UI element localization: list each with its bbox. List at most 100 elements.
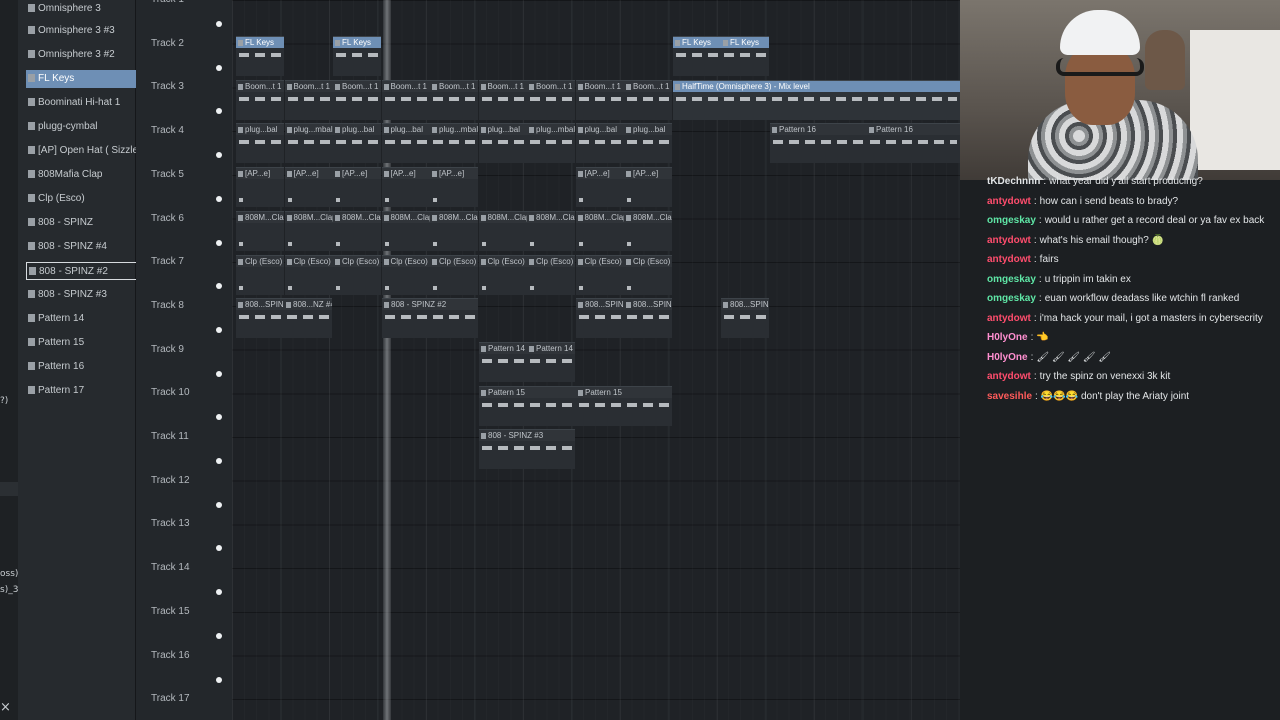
playlist-clip[interactable]: 808...SPINZ	[236, 298, 284, 339]
playlist-clip[interactable]: [AP...e]	[624, 167, 672, 208]
chat-username[interactable]: tKDechnnn	[987, 176, 1040, 187]
track-mute-dot[interactable]	[216, 152, 222, 159]
playlist-clip[interactable]: FL Keys	[721, 36, 769, 76]
playlist-clip[interactable]: Boom...t 1	[527, 79, 575, 120]
playlist-clip[interactable]: [AP...e]	[284, 167, 333, 208]
track-mute-dot[interactable]	[216, 108, 222, 115]
track-header[interactable]: Track 9	[136, 344, 232, 388]
channel-item[interactable]: Pattern 15	[26, 334, 150, 352]
track-header[interactable]: Track 15	[136, 606, 232, 650]
chat-username[interactable]: antydowt	[987, 371, 1031, 382]
track-mute-dot[interactable]	[216, 283, 222, 290]
channel-item[interactable]: [AP] Open Hat ( Sizzle )	[26, 142, 150, 160]
playlist-clip[interactable]: 808M...Clap	[478, 210, 527, 251]
chat-username[interactable]: antydowt	[987, 254, 1031, 265]
channel-item[interactable]: Omnisphere 3 #3	[26, 22, 150, 40]
channel-item[interactable]: 808 - SPINZ	[26, 214, 150, 232]
chat-username[interactable]: antydowt	[987, 235, 1031, 246]
channel-item[interactable]: Pattern 17	[26, 382, 150, 400]
playlist-clip[interactable]: 808M...Clap	[284, 210, 333, 251]
playlist-clip[interactable]: Boom...t 1	[430, 79, 478, 120]
chat-username[interactable]: H0lyOne	[987, 332, 1028, 343]
channel-item[interactable]: plugg-cymbal	[26, 118, 150, 136]
track-mute-dot[interactable]	[216, 370, 222, 377]
track-mute-dot[interactable]	[216, 326, 222, 333]
track-mute-dot[interactable]	[216, 195, 222, 202]
playlist-clip[interactable]: plug...bal	[624, 123, 672, 164]
playlist-clip[interactable]: 808...SPINZ	[721, 298, 769, 339]
playlist-clip[interactable]: Pattern 14	[527, 341, 575, 382]
playlist-clip[interactable]: Boom...t 1	[575, 79, 624, 120]
playlist-clip[interactable]: Pattern 15	[479, 385, 576, 426]
channel-item[interactable]: FL Keys	[26, 70, 150, 88]
chat-username[interactable]: antydowt	[987, 196, 1031, 207]
playlist-clip[interactable]: 808...NZ #4	[284, 298, 332, 339]
track-mute-dot[interactable]	[216, 545, 222, 552]
track-header[interactable]: Track 16	[136, 650, 232, 694]
channel-item[interactable]: Pattern 14	[26, 310, 150, 328]
track-header[interactable]: Track 10	[136, 387, 232, 431]
playlist-clip[interactable]: Clp (Esco)	[236, 254, 284, 295]
track-header[interactable]: Track 3	[136, 81, 232, 125]
chat-username[interactable]: omgeskay	[987, 274, 1036, 285]
track-mute-dot[interactable]	[216, 501, 222, 508]
channel-item[interactable]: Clp (Esco)	[26, 190, 150, 208]
track-header[interactable]: Track 17	[136, 693, 232, 720]
channel-item[interactable]: Omnisphere 3	[26, 0, 150, 18]
playlist-clip[interactable]: Pattern 14	[479, 341, 527, 382]
channel-item[interactable]: Boominati Hi-hat 1	[26, 94, 150, 112]
track-mute-dot[interactable]	[216, 676, 222, 683]
playlist-clip[interactable]: 808M...Clap	[527, 210, 575, 251]
chat-username[interactable]: H0lyOne	[987, 352, 1028, 363]
playlist-clip[interactable]: Boom...t 1	[284, 79, 333, 120]
track-header[interactable]: Track 11	[136, 431, 232, 475]
track-mute-dot[interactable]	[216, 239, 222, 246]
track-header[interactable]: Track 8	[136, 300, 232, 344]
channel-item[interactable]: Pattern 16	[26, 358, 150, 376]
playlist-clip[interactable]: 808M...Clap	[575, 210, 624, 251]
track-mute-dot[interactable]	[216, 632, 222, 639]
playlist-clip[interactable]: Clp (Esco)	[478, 254, 527, 295]
playlist-clip[interactable]: FL Keys	[673, 36, 721, 76]
playlist-clip[interactable]: Boom...t 1	[381, 79, 430, 120]
playlist-clip[interactable]: 808...SPINZ	[576, 298, 624, 339]
close-icon[interactable]: ×	[0, 700, 11, 715]
playlist-clip[interactable]: 808M...Clap	[381, 210, 430, 251]
chat-username[interactable]: omgeskay	[987, 215, 1036, 226]
playlist-clip[interactable]: FL Keys	[333, 36, 381, 76]
playlist-clip[interactable]: plug...mbal	[284, 123, 333, 164]
playlist-clip[interactable]: Clp (Esco)	[333, 254, 381, 295]
channel-item[interactable]: 808 - SPINZ #4	[26, 238, 150, 256]
playlist-clip[interactable]: Clp (Esco)	[381, 254, 430, 295]
track-header[interactable]: Track 7	[136, 256, 232, 300]
playlist-clip[interactable]: [AP...e]	[575, 167, 624, 208]
track-header[interactable]: Track 14	[136, 562, 232, 606]
playlist-clip[interactable]: Boom...t 1	[478, 79, 527, 120]
playlist-clip[interactable]: plug...bal	[575, 123, 624, 164]
playlist-clip[interactable]: Boom...t 1	[236, 79, 284, 120]
playlist-clip[interactable]: plug...bal	[478, 123, 527, 164]
playlist-clip[interactable]: Clp (Esco)	[575, 254, 624, 295]
playlist-clip[interactable]: [AP...e]	[333, 167, 381, 208]
track-header[interactable]: Track 2	[136, 38, 232, 82]
playlist-clip[interactable]: Pattern 16	[867, 123, 960, 164]
playlist-clip[interactable]: plug...mbal	[430, 123, 478, 164]
channel-item[interactable]: 808 - SPINZ #3	[26, 286, 150, 304]
playlist-clip[interactable]: FL Keys	[236, 36, 284, 76]
playlist-clip[interactable]: Boom...t 1	[624, 79, 672, 120]
track-header[interactable]: Track 5	[136, 169, 232, 213]
playlist-clip[interactable]: plug...mbal	[527, 123, 575, 164]
playlist-clip[interactable]: Clp (Esco)	[527, 254, 575, 295]
track-mute-dot[interactable]	[216, 64, 222, 71]
playlist-clip[interactable]: 808 - SPINZ #3	[479, 429, 575, 470]
playlist-grid[interactable]: FL Keys FL Keys FL Keys FL Keys Boom...t 1 Bo…	[232, 0, 960, 720]
playlist-clip[interactable]: [AP...e]	[381, 167, 430, 208]
playlist-clip[interactable]: Boom...t 1	[333, 79, 381, 120]
track-header[interactable]: Track 12	[136, 475, 232, 519]
track-header[interactable]: Track 13	[136, 518, 232, 562]
playlist-clip[interactable]: 808 - SPINZ #2	[382, 298, 478, 339]
playlist-clip[interactable]: 808...SPINZ	[624, 298, 672, 339]
playlist-clip[interactable]: Pattern 16	[770, 123, 867, 164]
track-mute-dot[interactable]	[216, 458, 222, 464]
channel-item[interactable]: 808 - SPINZ #2	[26, 262, 150, 280]
